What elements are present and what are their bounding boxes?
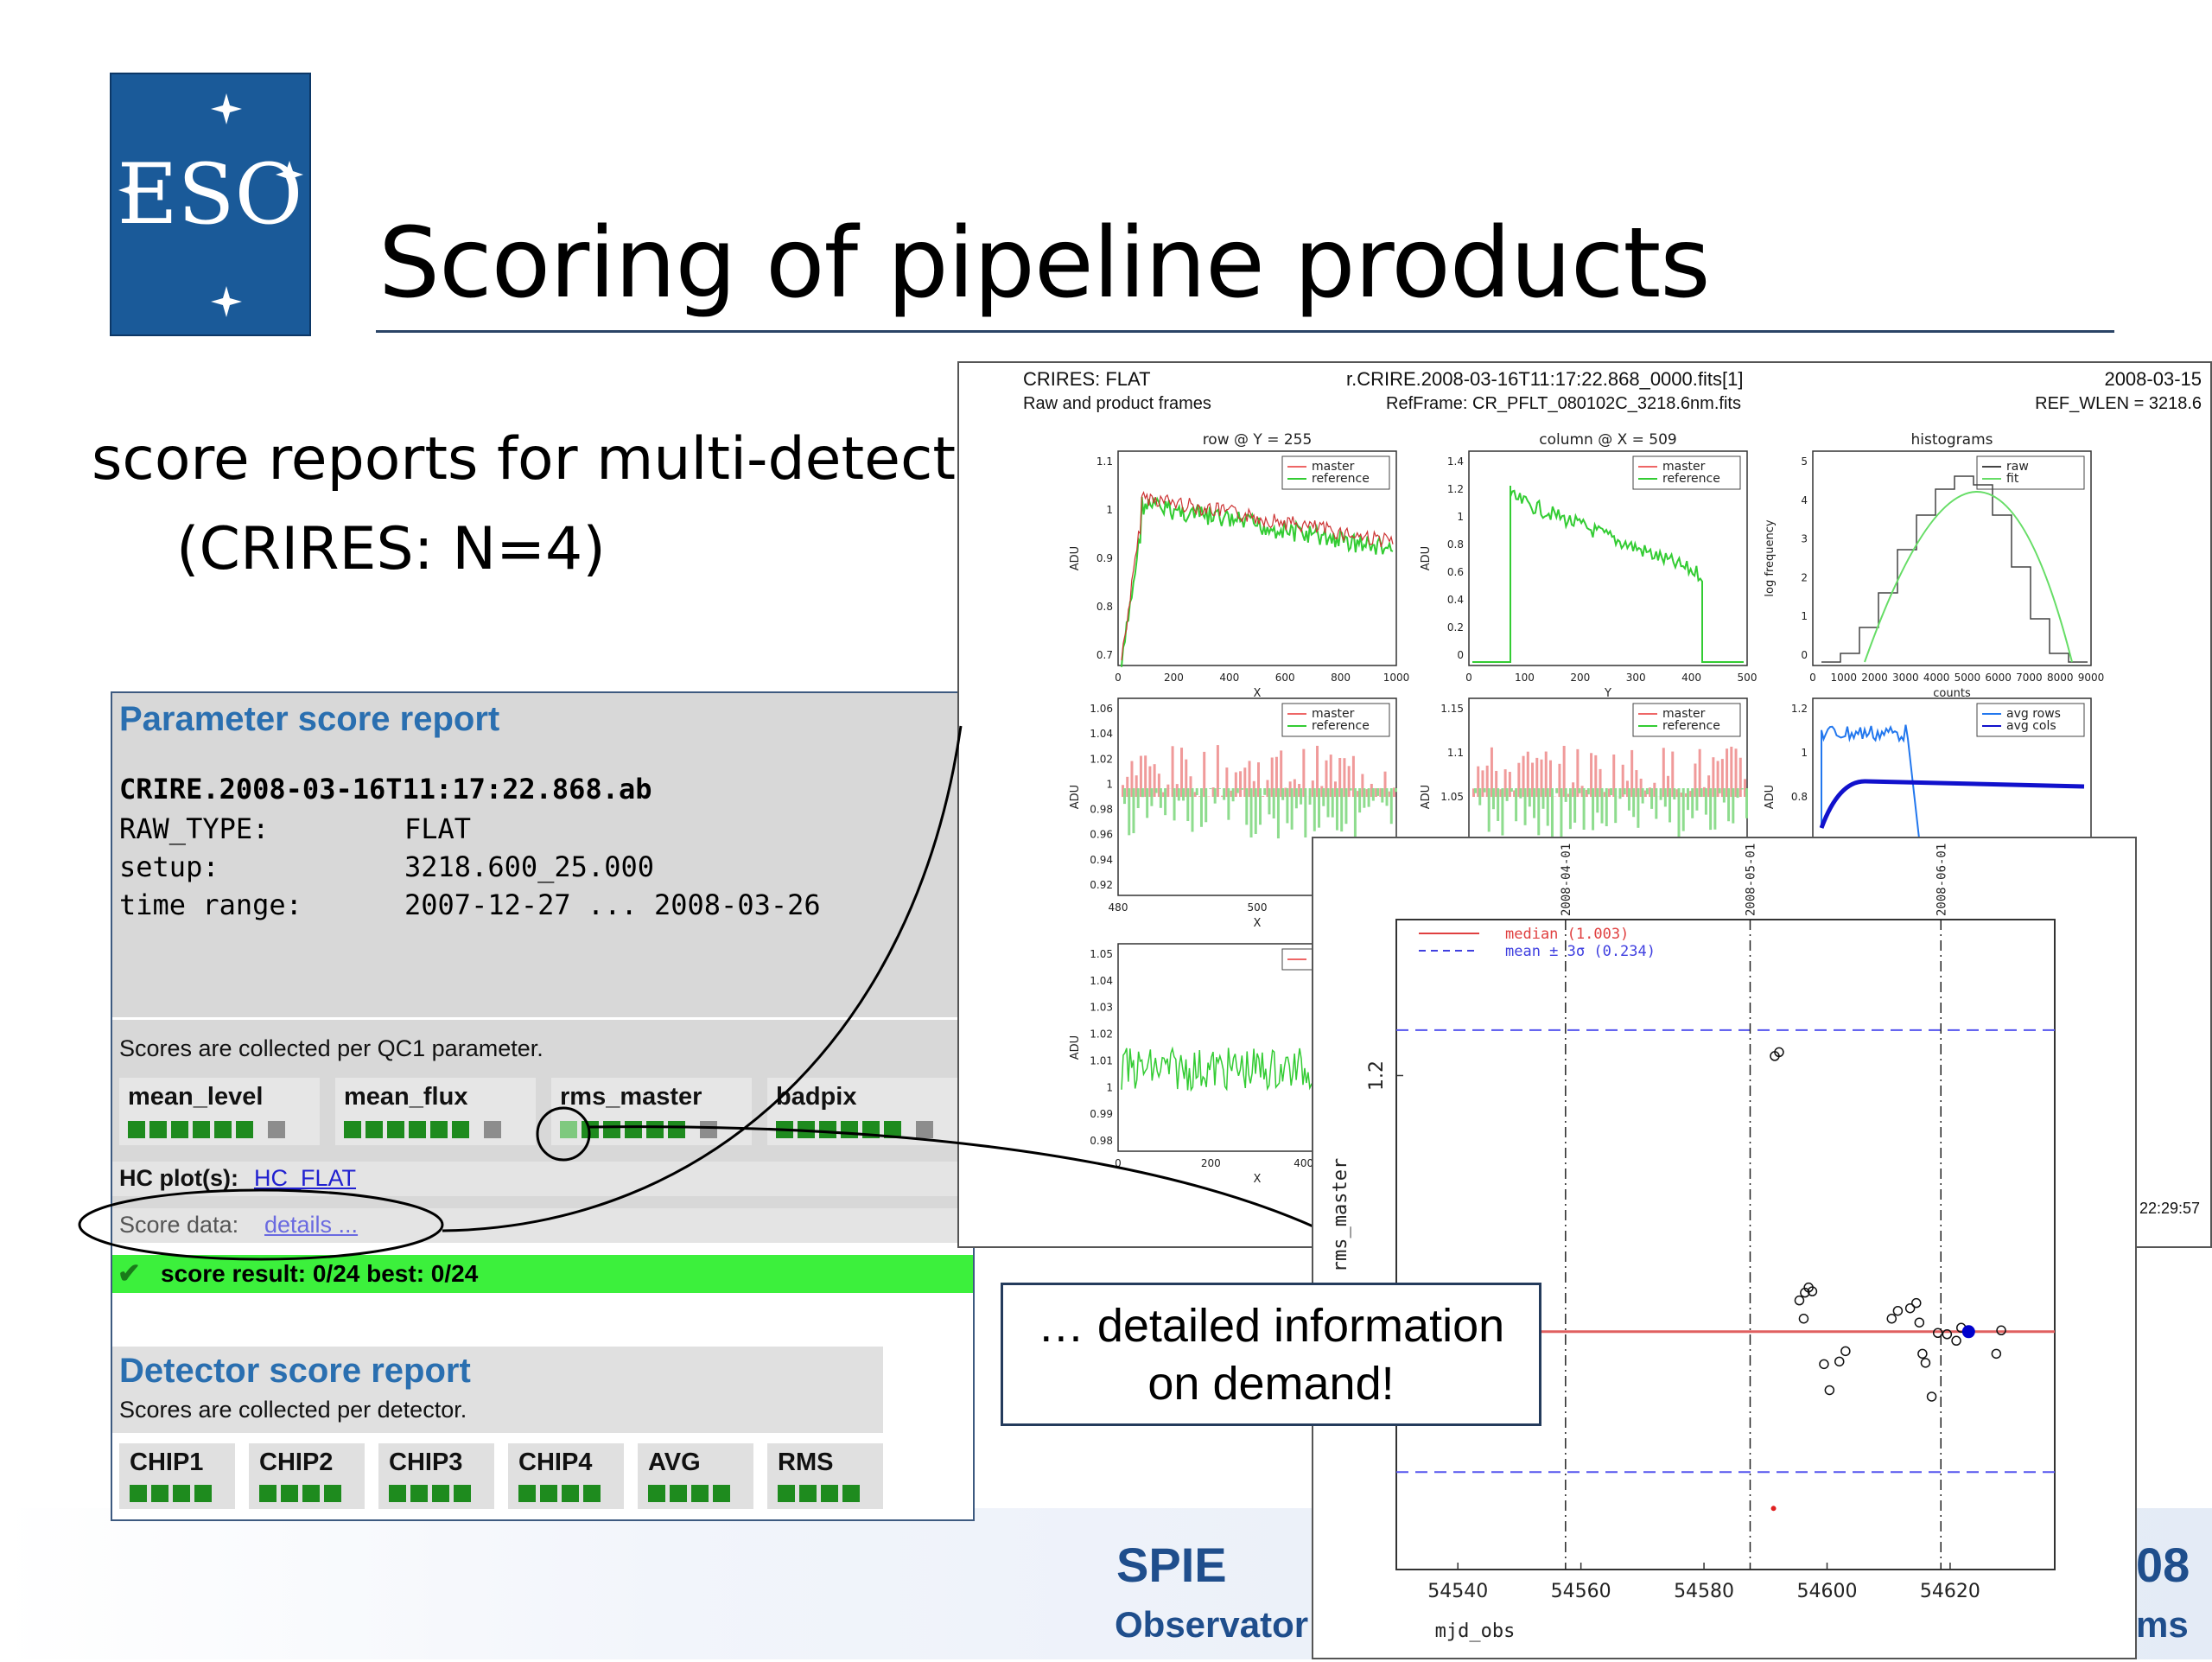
x-tick-label: 54560	[1551, 1581, 1611, 1602]
callout-line-1: … detailed information	[1003, 1297, 1539, 1355]
x-tick-label: 54580	[1674, 1581, 1734, 1602]
rms-master-highlight-circle	[537, 1108, 589, 1160]
x-axis-label: mjd_obs	[1435, 1621, 1516, 1642]
date-marker-label: 2008-05-01	[1744, 844, 1758, 916]
y-axis-label: rms_master	[1330, 1158, 1351, 1272]
connector-rms	[589, 1127, 1315, 1227]
callout-line-2: on demand!	[1003, 1355, 1539, 1413]
x-tick-label: 54600	[1797, 1581, 1858, 1602]
outlier-data-point	[1771, 1506, 1777, 1511]
current-data-point	[1962, 1326, 1974, 1338]
legend-label: median (1.003)	[1505, 926, 1629, 943]
date-marker-label: 2008-04-01	[1560, 844, 1573, 916]
rms-master-scatter-chart: 2008-04-01 2008-05-01 2008-06-01 54540 54560…	[1313, 838, 2135, 1658]
score-data-highlight-ellipse	[79, 1190, 442, 1259]
legend-label: mean ± 3σ (0.234)	[1505, 943, 1656, 960]
x-tick-label: 54620	[1920, 1581, 1980, 1602]
rms-master-trend-plot: 2008-04-01 2008-05-01 2008-06-01 54540 54560…	[1312, 837, 2137, 1659]
date-marker-label: 2008-06-01	[1935, 844, 1948, 916]
connector-details	[442, 726, 961, 1231]
callout-box: … detailed information on demand!	[1001, 1283, 1541, 1426]
x-tick-label: 54540	[1427, 1581, 1488, 1602]
y-tick-label: 1.2	[1366, 1060, 1388, 1091]
